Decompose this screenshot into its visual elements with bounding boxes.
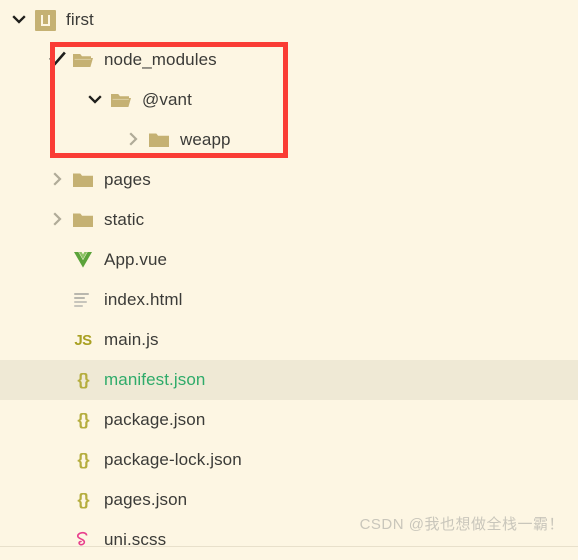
chevron-right-icon[interactable] xyxy=(124,129,146,151)
folder-open-icon xyxy=(70,48,96,72)
tree-row[interactable]: App.vue xyxy=(0,240,578,280)
folder-closed-icon xyxy=(70,208,96,232)
tree-row-label: package.json xyxy=(104,410,206,429)
twisty-placeholder xyxy=(48,409,70,431)
tree-row[interactable]: pages xyxy=(0,160,578,200)
chevron-down-icon[interactable] xyxy=(10,9,32,31)
tree-row-label: first xyxy=(66,10,94,29)
file-explorer-tree[interactable]: first node_modules @vant weapp pages static Ap… xyxy=(0,0,578,549)
sass-file-icon xyxy=(70,528,96,552)
tree-row-label: static xyxy=(104,210,145,229)
tree-row-label: @vant xyxy=(142,90,192,109)
chevron-right-icon[interactable] xyxy=(48,209,70,231)
json-file-icon: {} xyxy=(77,490,89,509)
twisty-placeholder xyxy=(48,489,70,511)
tree-row[interactable]: first xyxy=(0,0,578,40)
tree-row[interactable]: @vant xyxy=(0,80,578,120)
twisty-placeholder xyxy=(48,289,70,311)
tree-row[interactable]: static xyxy=(0,200,578,240)
vue-file-icon xyxy=(70,248,96,272)
tree-row[interactable]: JS main.js xyxy=(0,320,578,360)
json-file-icon: {} xyxy=(77,370,89,389)
tree-row[interactable]: node_modules xyxy=(0,40,578,80)
chevron-right-icon[interactable] xyxy=(48,169,70,191)
twisty-placeholder xyxy=(48,329,70,351)
tree-row-label: pages xyxy=(104,170,151,189)
tree-row[interactable]: {} manifest.json xyxy=(0,360,578,400)
tree-row[interactable]: weapp xyxy=(0,120,578,160)
tree-row-label: manifest.json xyxy=(104,370,206,389)
tree-row[interactable]: {} package.json xyxy=(0,400,578,440)
tree-row-label: index.html xyxy=(104,290,183,309)
tree-row-label: package-lock.json xyxy=(104,450,242,469)
html-file-icon xyxy=(70,288,96,312)
tree-row-label: App.vue xyxy=(104,250,168,269)
json-file-icon: {} xyxy=(77,410,89,429)
js-file-icon: JS xyxy=(74,331,92,349)
json-file-icon: {} xyxy=(77,450,89,469)
twisty-placeholder xyxy=(48,529,70,551)
folder-open-icon xyxy=(108,88,134,112)
twisty-placeholder xyxy=(48,369,70,391)
tree-row-label: node_modules xyxy=(104,50,217,69)
tree-row-label: weapp xyxy=(180,130,231,149)
tree-row[interactable]: index.html xyxy=(0,280,578,320)
tree-row-label: pages.json xyxy=(104,490,188,509)
folder-closed-icon xyxy=(70,168,96,192)
twisty-placeholder xyxy=(48,449,70,471)
twisty-placeholder xyxy=(48,249,70,271)
tree-row-label: main.js xyxy=(104,330,159,349)
check-icon[interactable] xyxy=(48,49,70,71)
tree-row[interactable]: {} package-lock.json xyxy=(0,440,578,480)
uniapp-project-icon xyxy=(32,8,58,32)
chevron-down-icon[interactable] xyxy=(86,89,108,111)
tree-row-label: uni.scss xyxy=(104,530,167,549)
folder-closed-icon xyxy=(146,128,172,152)
watermark-text: CSDN @我也想做全栈一霸！ xyxy=(359,516,564,533)
